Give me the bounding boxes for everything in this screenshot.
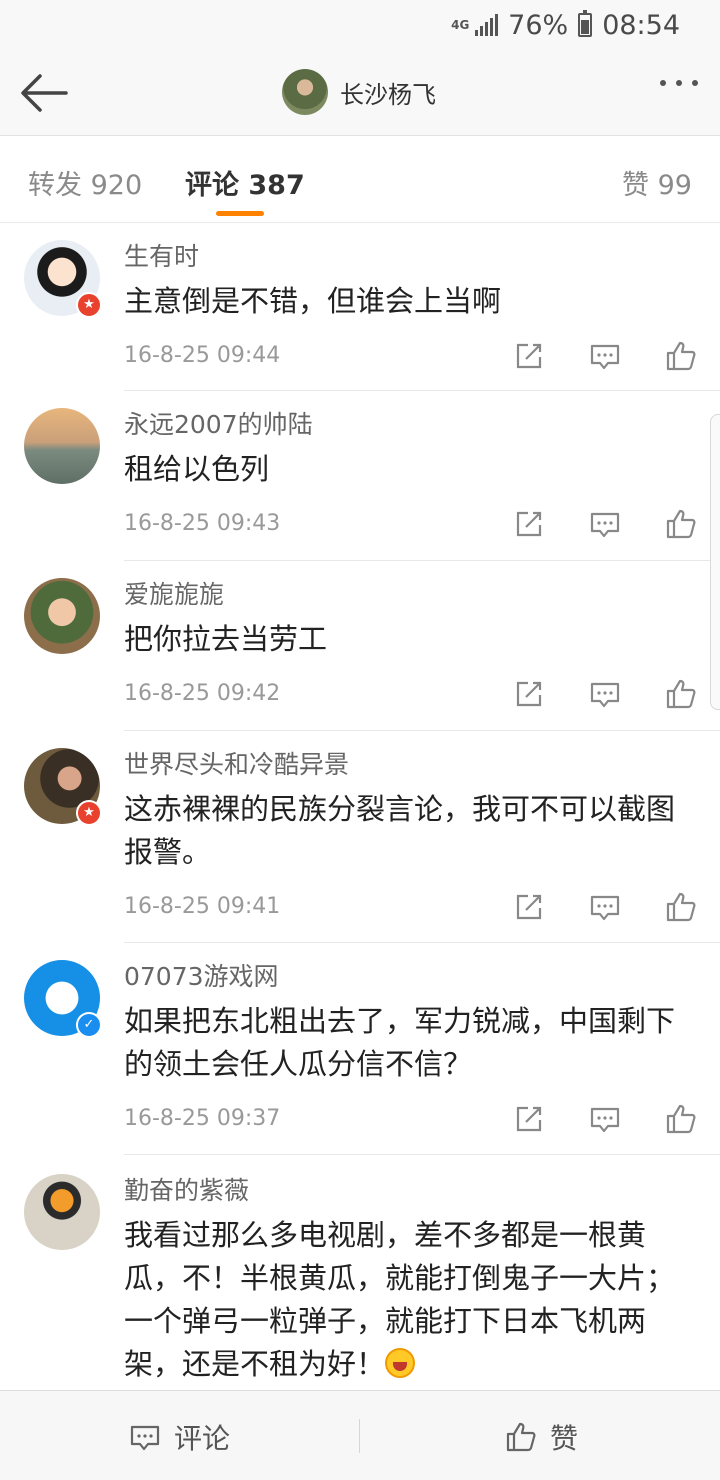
status-indicators: 4G 76% 08:54 bbox=[451, 8, 680, 42]
verified-badge-icon: ★ bbox=[76, 800, 102, 826]
avatar[interactable]: ★ bbox=[24, 240, 102, 318]
comment-item: ✓ 07073游戏网 如果把东北粗出去了，军力锐减，中国剩下的领土会任人瓜分信不… bbox=[0, 942, 720, 1154]
comment-username[interactable]: 爱旎旎旎 bbox=[124, 578, 700, 612]
avatar[interactable] bbox=[24, 408, 100, 484]
repost-icon[interactable] bbox=[512, 1102, 546, 1136]
comment-username[interactable]: 永远2007的帅陆 bbox=[124, 408, 700, 442]
comment-time: 16-8-25 09:43 bbox=[124, 511, 281, 536]
comment-text: 把你拉去当劳工 bbox=[124, 622, 328, 656]
comment-time: 16-8-25 09:42 bbox=[124, 681, 281, 706]
comment-text: 如果把东北粗出去了，军力锐减，中国剩下的领土会任人瓜分信不信？ bbox=[124, 1004, 676, 1081]
status-bar: 4G 76% 08:54 bbox=[0, 0, 720, 50]
comment-time: 16-8-25 09:41 bbox=[124, 894, 281, 919]
comment-username[interactable]: 勤奋的紫薇 bbox=[124, 1174, 700, 1208]
comment-list: ★ 生有时 主意倒是不错，但谁会上当啊 16-8-25 09:44 永远2007… bbox=[0, 224, 720, 1394]
avatar[interactable]: ★ bbox=[24, 748, 102, 826]
comment-icon[interactable] bbox=[588, 890, 622, 924]
comment-meta: 16-8-25 09:41 bbox=[124, 884, 700, 936]
like-button[interactable]: 赞 bbox=[504, 1417, 578, 1457]
repost-icon[interactable] bbox=[512, 339, 546, 373]
comment-item: ★ 生有时 主意倒是不错，但谁会上当啊 16-8-25 09:44 bbox=[0, 224, 720, 390]
tab-comments[interactable]: 评论 387 bbox=[185, 163, 305, 202]
divider bbox=[359, 1419, 360, 1453]
comment-meta: 16-8-25 09:37 bbox=[124, 1096, 700, 1148]
comment-icon[interactable] bbox=[588, 677, 622, 711]
like-icon[interactable] bbox=[664, 339, 698, 373]
laughing-emoji-icon bbox=[385, 1348, 416, 1378]
back-button[interactable] bbox=[18, 72, 70, 114]
comment-meta: 16-8-25 09:42 bbox=[124, 671, 700, 723]
comment-text: 主意倒是不错，但谁会上当啊 bbox=[124, 284, 502, 318]
comment-icon[interactable] bbox=[588, 339, 622, 373]
repost-icon[interactable] bbox=[512, 890, 546, 924]
network-indicator: 4G bbox=[451, 17, 470, 32]
comment-item: 爱旎旎旎 把你拉去当劳工 16-8-25 09:42 bbox=[0, 560, 720, 730]
verified-badge-icon: ★ bbox=[76, 292, 102, 318]
top-nav-bar: 长沙杨飞 bbox=[0, 50, 720, 136]
comment-username[interactable]: 生有时 bbox=[124, 240, 700, 274]
comment-text: 这赤裸裸的民族分裂言论，我可不可以截图报警。 bbox=[124, 792, 676, 869]
signal-icon bbox=[475, 14, 499, 36]
comment-time: 16-8-25 09:37 bbox=[124, 1106, 281, 1131]
post-author[interactable]: 长沙杨飞 bbox=[282, 68, 436, 116]
comment-meta: 16-8-25 09:43 bbox=[124, 501, 700, 553]
comment-username[interactable]: 07073游戏网 bbox=[124, 960, 700, 994]
page-title: 长沙杨飞 bbox=[340, 80, 436, 109]
like-icon bbox=[506, 1422, 536, 1452]
comment-item: 勤奋的紫薇 我看过那么多电视剧，差不多都是一根黄瓜，不！半根黄瓜，就能打倒鬼子一… bbox=[0, 1154, 720, 1394]
comment-item: 永远2007的帅陆 租给以色列 16-8-25 09:43 bbox=[0, 390, 720, 560]
repost-icon[interactable] bbox=[512, 507, 546, 541]
clock: 08:54 bbox=[602, 9, 680, 41]
like-label: 赞 bbox=[550, 1422, 579, 1455]
avatar[interactable]: ✓ bbox=[24, 960, 102, 1038]
repost-icon[interactable] bbox=[512, 677, 546, 711]
back-arrow-icon bbox=[21, 74, 68, 112]
active-tab-indicator bbox=[216, 211, 264, 216]
tab-bar: 转发 920 评论 387 赞 99 bbox=[0, 137, 720, 223]
bottom-action-bar: 评论 赞 bbox=[0, 1390, 720, 1480]
avatar[interactable] bbox=[24, 578, 100, 654]
like-icon[interactable] bbox=[664, 507, 698, 541]
comment-item: ★ 世界尽头和冷酷异景 这赤裸裸的民族分裂言论，我可不可以截图报警。 16-8-… bbox=[0, 730, 720, 942]
battery-percent: 76% bbox=[508, 9, 569, 41]
comment-text: 租给以色列 bbox=[124, 452, 270, 486]
avatar[interactable] bbox=[24, 1174, 100, 1250]
battery-icon bbox=[578, 10, 593, 37]
comment-time: 16-8-25 09:44 bbox=[124, 343, 281, 368]
write-comment-button[interactable]: 评论 bbox=[128, 1417, 230, 1457]
comment-meta: 16-8-25 09:44 bbox=[124, 333, 700, 385]
comment-icon[interactable] bbox=[588, 507, 622, 541]
comment-username[interactable]: 世界尽头和冷酷异景 bbox=[124, 748, 700, 782]
author-avatar[interactable] bbox=[282, 69, 328, 115]
like-icon[interactable] bbox=[664, 1102, 698, 1136]
tab-likes[interactable]: 赞 99 bbox=[622, 163, 692, 202]
write-comment-label: 评论 bbox=[174, 1422, 231, 1455]
comment-text: 我看过那么多电视剧，差不多都是一根黄瓜，不！半根黄瓜，就能打倒鬼子一大片；一个弹… bbox=[124, 1214, 700, 1386]
comment-icon[interactable] bbox=[588, 1102, 622, 1136]
tab-repost[interactable]: 转发 920 bbox=[28, 163, 142, 202]
like-icon[interactable] bbox=[664, 890, 698, 924]
scroll-handle[interactable] bbox=[710, 414, 720, 710]
more-options-icon[interactable] bbox=[660, 80, 698, 86]
comment-icon bbox=[130, 1425, 160, 1451]
verified-badge-icon: ✓ bbox=[76, 1012, 102, 1038]
like-icon[interactable] bbox=[664, 677, 698, 711]
